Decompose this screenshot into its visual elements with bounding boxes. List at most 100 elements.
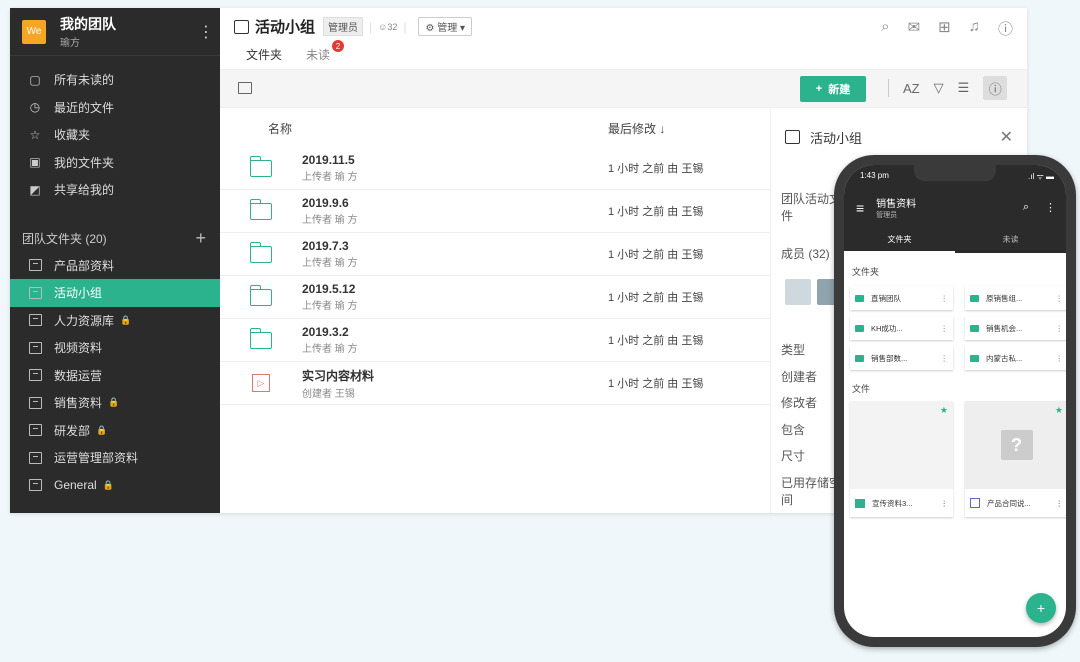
list-header: 名称 最后修改 ↓ <box>220 109 770 147</box>
sidebar-item-label: 销售资料 <box>54 396 103 411</box>
item-uploader: 上传者 瑜 方 <box>302 344 358 355</box>
search-icon[interactable]: ⌕ <box>881 18 889 39</box>
tab-unread[interactable]: 未读 2 <box>294 40 345 72</box>
item-uploader: 上传者 瑜 方 <box>302 258 358 269</box>
sidebar-team-folder[interactable]: 视频资料 <box>10 334 220 362</box>
team-menu-icon[interactable]: ⋮ <box>198 22 214 42</box>
team-folder-icon <box>28 396 42 410</box>
phone-folder-card[interactable]: 原销售组... ⋮ <box>965 286 1066 310</box>
star-icon[interactable]: ★ <box>940 405 948 416</box>
sidebar-team-folder[interactable]: General 🔒 <box>10 472 220 500</box>
search-icon[interactable]: ⌕ <box>1023 201 1029 214</box>
filter-icon[interactable]: ▽ <box>934 80 944 96</box>
item-name: 2019.3.2 <box>302 325 349 339</box>
folder-icon <box>970 354 979 362</box>
sidebar-team-folder[interactable]: 人力资源库 🔒 <box>10 307 220 335</box>
sidebar-item-label: 产品部资料 <box>54 258 115 273</box>
table-row[interactable]: ▷ 实习内容材料 创建者 王锡 1 小时 之前 由 王锡 <box>220 362 770 405</box>
menu-icon[interactable]: ≡ <box>856 200 864 216</box>
close-icon[interactable]: ✕ <box>1000 127 1013 147</box>
table-row[interactable]: 2019.11.5 上传者 瑜 方 1 小时 之前 由 王锡 <box>220 147 770 190</box>
top-bar: 活动小组 管理员 | ☺32 | ⚙ 管理 ▾ 文件夹 未读 2 ⌕ ✉ ⊞ ♫ … <box>220 8 1027 72</box>
tab-folders[interactable]: 文件夹 <box>234 46 295 72</box>
sidebar-item[interactable]: ▣ 我的文件夹 <box>10 149 220 177</box>
more-icon[interactable]: ⋮ <box>941 324 949 333</box>
more-icon[interactable]: ⋮ <box>941 354 949 363</box>
phone-status-icons: .ıl ᯤ ▬ <box>1028 172 1054 181</box>
phone-subtitle: 管理员 <box>876 212 898 219</box>
phone-folder-card[interactable]: KH成功... ⋮ <box>850 316 953 340</box>
sidebar-team-folder[interactable]: 产品部资料 <box>10 252 220 280</box>
table-row[interactable]: 2019.5.12 上传者 瑜 方 1 小时 之前 由 王锡 <box>220 276 770 319</box>
sidebar-team-folder[interactable]: 研发部 🔒 <box>10 417 220 445</box>
phone-folder-card[interactable]: 直销团队 ⋮ <box>850 286 953 310</box>
more-icon[interactable]: ⋮ <box>941 294 949 303</box>
item-modified: 1 小时 之前 由 王锡 <box>608 206 704 218</box>
item-uploader: 创建者 王锡 <box>302 388 355 400</box>
star-icon[interactable]: ★ <box>1055 405 1063 416</box>
phone-folder-card[interactable]: 内蒙古私... ⋮ <box>965 346 1066 370</box>
file-thumbnail <box>850 401 953 489</box>
sidebar-team-folder[interactable]: 活动小组 <box>10 279 220 307</box>
phone-folder-card[interactable]: 销售部数... ⋮ <box>850 346 953 370</box>
more-icon[interactable]: ⋮ <box>1056 324 1064 333</box>
folder-icon <box>855 324 864 332</box>
sort-az-icon[interactable]: AZ <box>903 81 920 96</box>
sidebar: We 我的团队 瑜方 ⋮ ▢ 所有未读的 ◷ 最近的文件 ☆ 收藏夹 ▣ 我的文件夹 ◩ 共享给我… <box>10 8 220 513</box>
more-icon[interactable]: ⋮ <box>1056 499 1064 508</box>
more-icon[interactable]: ⋮ <box>1056 294 1064 303</box>
phone-tab-folders[interactable]: 文件夹 <box>844 234 955 253</box>
avatar[interactable] <box>785 279 811 305</box>
sidebar-item[interactable]: ▢ 所有未读的 <box>10 66 220 94</box>
item-uploader: 上传者 瑜 方 <box>302 172 358 183</box>
help-icon[interactable]: ⓘ <box>998 18 1013 39</box>
sidebar-team-folder[interactable]: 运营管理部资料 <box>10 444 220 472</box>
table-row[interactable]: 2019.7.3 上传者 瑜 方 1 小时 之前 由 王锡 <box>220 233 770 276</box>
folder-up-icon[interactable] <box>238 82 252 94</box>
info-icon[interactable]: ⓘ <box>983 76 1008 100</box>
team-logo: We <box>22 19 46 44</box>
sidebar-item-label: 视频资料 <box>54 341 103 356</box>
list-view-icon[interactable]: ☰ <box>958 80 970 96</box>
document-icon <box>970 498 980 508</box>
team-folder-icon <box>28 368 42 382</box>
team-folder-icon <box>28 313 42 327</box>
team-folder-icon <box>28 258 42 272</box>
phone-file-card[interactable]: ★ 宣传资料3... ⋮ <box>850 401 953 517</box>
more-icon[interactable]: ⋮ <box>941 499 949 508</box>
unread-badge: 2 <box>332 40 345 52</box>
table-row[interactable]: 2019.9.6 上传者 瑜 方 1 小时 之前 由 王锡 <box>220 190 770 233</box>
sidebar-item[interactable]: ◩ 共享给我的 <box>10 176 220 204</box>
column-modified[interactable]: 最后修改 ↓ <box>608 120 665 137</box>
team-folder-icon <box>785 130 800 144</box>
bell-icon[interactable]: ♫ <box>969 18 980 39</box>
more-icon[interactable]: ⋮ <box>1056 354 1064 363</box>
table-row[interactable]: 2019.3.2 上传者 瑜 方 1 小时 之前 由 王锡 <box>220 319 770 362</box>
new-button[interactable]: + 新建 <box>800 76 866 102</box>
more-icon[interactable]: ⋮ <box>1045 201 1056 214</box>
item-modified: 1 小时 之前 由 王锡 <box>608 249 704 261</box>
phone-tab-unread[interactable]: 未读 <box>955 234 1066 253</box>
manage-button[interactable]: ⚙ 管理 ▾ <box>418 17 473 36</box>
apps-grid-icon[interactable]: ⊞ <box>938 18 951 39</box>
sidebar-item[interactable]: ◷ 最近的文件 <box>10 94 220 122</box>
item-name: 2019.9.6 <box>302 196 349 210</box>
folder-icon <box>250 327 272 349</box>
item-modified: 1 小时 之前 由 王锡 <box>608 292 704 304</box>
team-header[interactable]: We 我的团队 瑜方 ⋮ <box>10 8 220 56</box>
add-fab-button[interactable]: + <box>1026 593 1056 623</box>
sidebar-item[interactable]: ☆ 收藏夹 <box>10 121 220 149</box>
phone-section-files: 文件 <box>852 384 871 394</box>
folder-name: 内蒙古私... <box>986 353 1023 363</box>
member-count[interactable]: ☺32 <box>378 22 397 32</box>
add-folder-icon[interactable]: + <box>195 228 206 249</box>
team-user: 瑜方 <box>60 38 80 49</box>
column-name[interactable]: 名称 <box>220 120 608 137</box>
phone-folder-card[interactable]: 销售机会... ⋮ <box>965 316 1066 340</box>
sidebar-team-folder[interactable]: 销售资料 🔒 <box>10 389 220 417</box>
phone-file-card[interactable]: ? ★ 产品合同说... ⋮ <box>965 401 1066 517</box>
announcement-icon[interactable]: ✉ <box>908 18 921 39</box>
sidebar-team-folder[interactable]: 数据运营 <box>10 362 220 390</box>
phone-header: 1:43 pm .ıl ᯤ ▬ ≡ 销售资料 管理员 ⌕ ⋮ 文件夹 未读 <box>844 165 1066 253</box>
team-folders-label: 团队文件夹 (20) <box>22 232 107 246</box>
